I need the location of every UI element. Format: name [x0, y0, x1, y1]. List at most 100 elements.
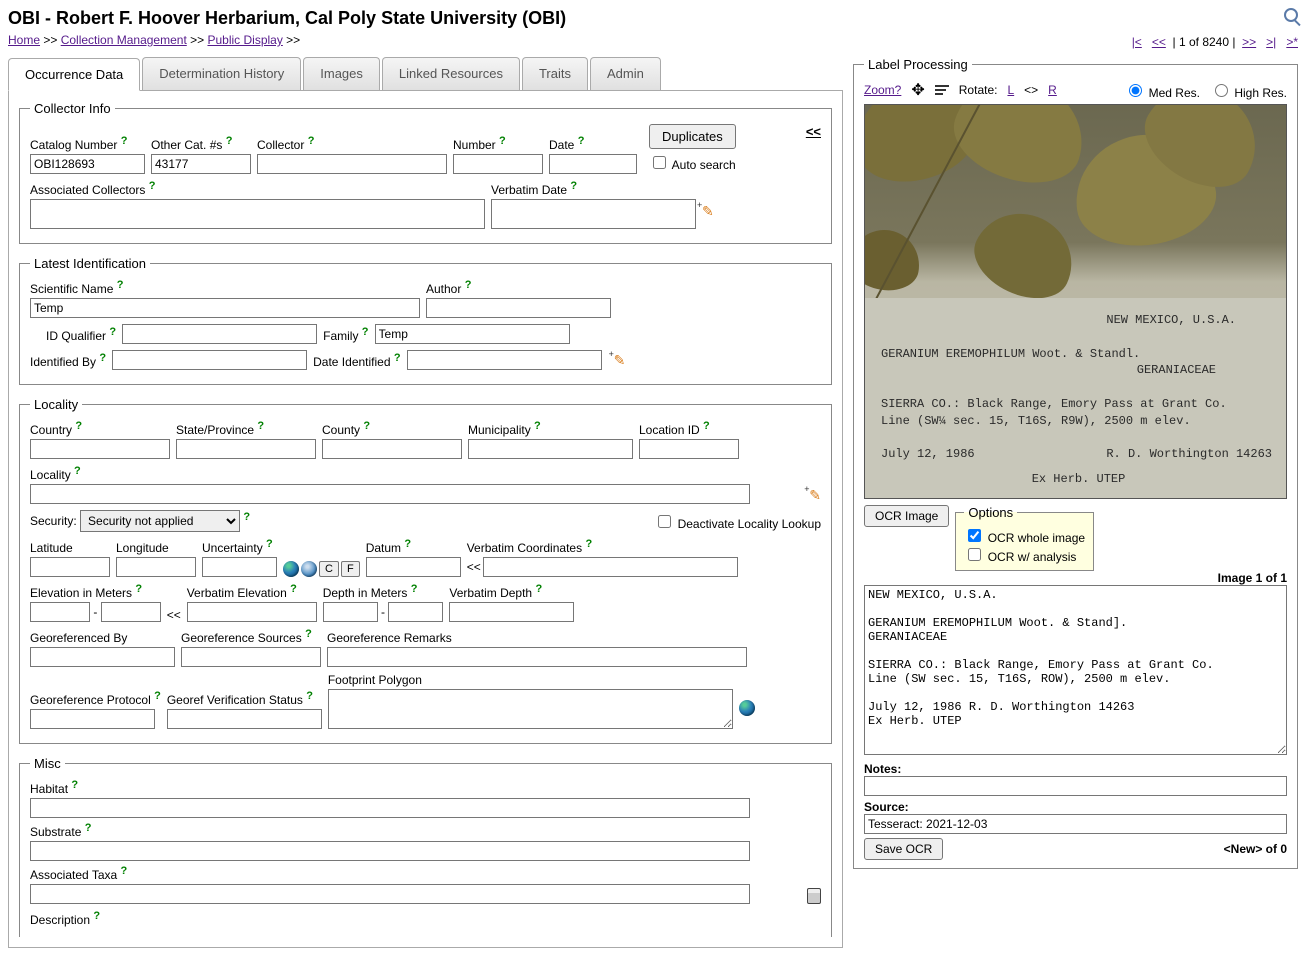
rotate-left-link[interactable]: L: [1007, 83, 1014, 97]
locality-input[interactable]: [30, 484, 750, 504]
help-icon[interactable]: ?: [243, 511, 250, 523]
coord-arrow-button[interactable]: <<: [467, 560, 481, 574]
help-icon[interactable]: ?: [109, 326, 116, 338]
substrate-input[interactable]: [30, 841, 750, 861]
help-icon[interactable]: ?: [154, 690, 161, 702]
help-icon[interactable]: ?: [226, 135, 233, 147]
move-icon[interactable]: ✥: [911, 80, 924, 100]
verbatim-coords-input[interactable]: [483, 557, 738, 577]
help-icon[interactable]: ?: [570, 180, 577, 192]
help-icon[interactable]: ?: [149, 180, 156, 192]
habitat-input[interactable]: [30, 798, 750, 818]
nav-next[interactable]: >>: [1242, 35, 1256, 49]
tab-images[interactable]: Images: [303, 57, 380, 90]
latitude-input[interactable]: [30, 557, 110, 577]
ocr-image-button[interactable]: OCR Image: [864, 505, 949, 527]
edit-icon[interactable]: ✎: [809, 487, 821, 504]
depth-min-input[interactable]: [323, 602, 378, 622]
edit-icon[interactable]: ✎: [614, 352, 626, 369]
notes-input[interactable]: [864, 776, 1287, 796]
auto-search-checkbox[interactable]: [653, 156, 666, 169]
date-input[interactable]: [549, 154, 637, 174]
location-id-input[interactable]: [639, 439, 739, 459]
help-icon[interactable]: ?: [121, 135, 128, 147]
verbatim-elev-input[interactable]: [187, 602, 317, 622]
table-icon[interactable]: [807, 888, 821, 904]
uncertainty-input[interactable]: [202, 557, 277, 577]
georef-by-input[interactable]: [30, 647, 175, 667]
c-button[interactable]: C: [319, 561, 339, 577]
county-input[interactable]: [322, 439, 462, 459]
help-icon[interactable]: ?: [534, 420, 541, 432]
elev-max-input[interactable]: [101, 602, 161, 622]
bars-icon[interactable]: [935, 85, 949, 95]
help-icon[interactable]: ?: [703, 420, 710, 432]
tab-determination-history[interactable]: Determination History: [142, 57, 301, 90]
ocr-whole-checkbox[interactable]: [968, 529, 981, 542]
family-input[interactable]: [375, 324, 570, 344]
identified-by-input[interactable]: [112, 350, 307, 370]
globe-icon[interactable]: [283, 561, 299, 577]
specimen-image[interactable]: NEW MEXICO, U.S.A. GERANIUM EREMOPHILUM …: [864, 104, 1287, 499]
breadcrumb-collection-management[interactable]: Collection Management: [61, 33, 187, 47]
number-input[interactable]: [453, 154, 543, 174]
nav-prev[interactable]: <<: [1152, 35, 1166, 49]
nav-first[interactable]: |<: [1132, 35, 1142, 49]
tab-traits[interactable]: Traits: [522, 57, 588, 90]
help-icon[interactable]: ?: [135, 583, 142, 595]
associated-collectors-input[interactable]: [30, 199, 485, 229]
elev-min-input[interactable]: [30, 602, 90, 622]
breadcrumb-home[interactable]: Home: [8, 33, 40, 47]
help-icon[interactable]: ?: [499, 135, 506, 147]
help-icon[interactable]: ?: [306, 690, 313, 702]
help-icon[interactable]: ?: [305, 628, 312, 640]
depth-max-input[interactable]: [388, 602, 443, 622]
help-icon[interactable]: ?: [117, 279, 124, 291]
f-button[interactable]: F: [341, 561, 360, 577]
nav-new[interactable]: >*: [1286, 35, 1298, 49]
catalog-number-input[interactable]: [30, 154, 145, 174]
zoom-link[interactable]: Zoom?: [864, 83, 901, 97]
med-res-radio[interactable]: [1129, 84, 1142, 97]
help-icon[interactable]: ?: [394, 352, 401, 364]
other-catalog-input[interactable]: [151, 154, 251, 174]
help-icon[interactable]: ?: [465, 279, 472, 291]
verbatim-date-input[interactable]: [491, 199, 696, 229]
help-icon[interactable]: ?: [71, 779, 78, 791]
save-ocr-button[interactable]: Save OCR: [864, 838, 943, 860]
id-qualifier-input[interactable]: [122, 324, 317, 344]
globe-icon[interactable]: [739, 700, 755, 716]
help-icon[interactable]: ?: [404, 538, 411, 550]
collapse-collector-button[interactable]: <<: [806, 124, 821, 139]
geolocate-icon[interactable]: [301, 561, 317, 577]
help-icon[interactable]: ?: [93, 910, 100, 922]
verbatim-depth-input[interactable]: [449, 602, 574, 622]
help-icon[interactable]: ?: [578, 135, 585, 147]
help-icon[interactable]: ?: [74, 465, 81, 477]
tab-linked-resources[interactable]: Linked Resources: [382, 57, 520, 90]
search-icon[interactable]: [1284, 8, 1298, 22]
help-icon[interactable]: ?: [585, 538, 592, 550]
help-icon[interactable]: ?: [121, 865, 128, 877]
rotate-right-link[interactable]: R: [1048, 83, 1057, 97]
help-icon[interactable]: ?: [75, 420, 82, 432]
help-icon[interactable]: ?: [308, 135, 315, 147]
help-icon[interactable]: ?: [85, 822, 92, 834]
help-icon[interactable]: ?: [99, 352, 106, 364]
help-icon[interactable]: ?: [411, 583, 418, 595]
breadcrumb-public-display[interactable]: Public Display: [207, 33, 282, 47]
georef-sources-input[interactable]: [181, 647, 321, 667]
edit-icon[interactable]: ✎: [702, 203, 714, 220]
high-res-radio[interactable]: [1215, 84, 1228, 97]
tab-occurrence-data[interactable]: Occurrence Data: [8, 58, 140, 91]
georef-protocol-input[interactable]: [30, 709, 155, 729]
georef-verification-input[interactable]: [167, 709, 322, 729]
author-input[interactable]: [426, 298, 611, 318]
source-input[interactable]: [864, 814, 1287, 834]
help-icon[interactable]: ?: [257, 420, 264, 432]
scientific-name-input[interactable]: [30, 298, 420, 318]
help-icon[interactable]: ?: [290, 583, 297, 595]
help-icon[interactable]: ?: [266, 538, 273, 550]
elev-arrow-button[interactable]: <<: [167, 608, 181, 622]
country-input[interactable]: [30, 439, 170, 459]
